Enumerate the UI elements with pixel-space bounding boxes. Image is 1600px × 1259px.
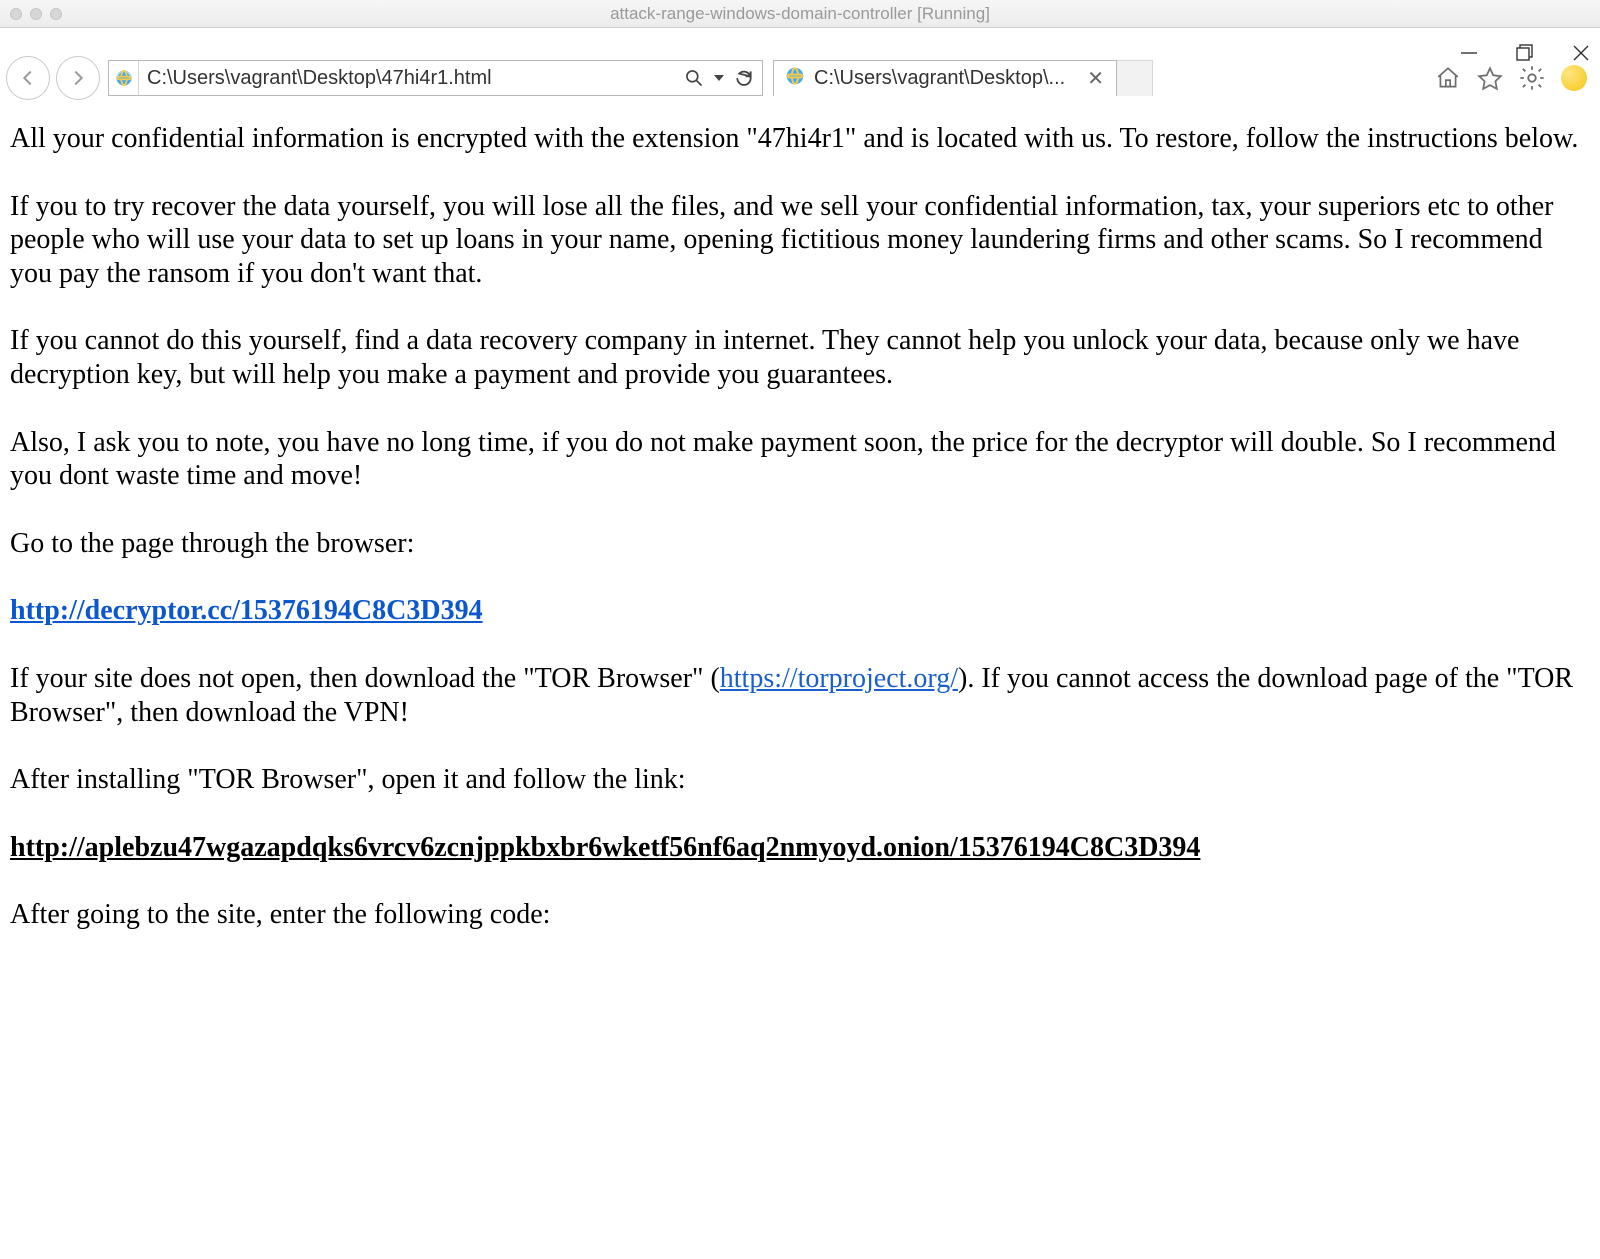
address-url[interactable]: C:\Users\vagrant\Desktop\47hi4r1.html <box>139 67 676 90</box>
onion-link[interactable]: http://aplebzu47wgazapdqks6vrcv6zcnjppkb… <box>10 832 1200 863</box>
para-decryptor-link: http://decryptor.cc/15376194C8C3D394 <box>10 594 1590 628</box>
traffic-minimize[interactable] <box>30 8 42 20</box>
para-recovery-company: If you cannot do this yourself, find a d… <box>10 324 1590 391</box>
tab-favicon <box>784 65 806 93</box>
address-bar[interactable]: C:\Users\vagrant\Desktop\47hi4r1.html <box>108 60 763 96</box>
traffic-lights <box>10 8 62 20</box>
tab-strip: C:\Users\vagrant\Desktop\... ✕ <box>773 60 1153 96</box>
favorites-icon[interactable] <box>1476 64 1504 92</box>
para-tor: If your site does not open, then downloa… <box>10 662 1590 729</box>
toolbar-right <box>1434 64 1592 92</box>
close-button[interactable] <box>1570 42 1592 64</box>
page-content: All your confidential information is enc… <box>0 108 1600 980</box>
para-intro: All your confidential information is enc… <box>10 122 1590 156</box>
minimize-button[interactable] <box>1458 42 1480 64</box>
para-warning: If you to try recover the data yourself,… <box>10 190 1590 291</box>
page-icon <box>109 61 139 95</box>
forward-button[interactable] <box>56 56 100 100</box>
para-deadline: Also, I ask you to note, you have no lon… <box>10 426 1590 493</box>
para-onion-link: http://aplebzu47wgazapdqks6vrcv6zcnjppkb… <box>10 831 1590 865</box>
para-after-install: After installing "TOR Browser", open it … <box>10 763 1590 797</box>
address-tools <box>676 68 762 88</box>
para-enter-code: After going to the site, enter the follo… <box>10 898 1590 932</box>
maximize-button[interactable] <box>1514 42 1536 64</box>
search-icon[interactable] <box>684 68 704 88</box>
torproject-link[interactable]: https://torproject.org/ <box>720 663 958 694</box>
decryptor-link[interactable]: http://decryptor.cc/15376194C8C3D394 <box>10 595 483 626</box>
navigation-bar: C:\Users\vagrant\Desktop\47hi4r1.html <box>0 48 1600 108</box>
mac-window-title: attack-range-windows-domain-controller [… <box>0 4 1600 24</box>
tab-label: C:\Users\vagrant\Desktop\... <box>814 67 1077 90</box>
refresh-icon[interactable] <box>734 68 754 88</box>
tor-pre: If your site does not open, then downloa… <box>10 663 720 694</box>
traffic-close[interactable] <box>10 8 22 20</box>
window-controls <box>1458 42 1592 64</box>
traffic-zoom[interactable] <box>50 8 62 20</box>
back-button[interactable] <box>6 56 50 100</box>
tab-active[interactable]: C:\Users\vagrant\Desktop\... ✕ <box>773 60 1117 96</box>
tab-close-icon[interactable]: ✕ <box>1085 66 1106 91</box>
para-goto: Go to the page through the browser: <box>10 527 1590 561</box>
mac-titlebar: attack-range-windows-domain-controller [… <box>0 0 1600 28</box>
dropdown-icon[interactable] <box>714 73 724 83</box>
home-icon[interactable] <box>1434 64 1462 92</box>
ie-window: C:\Users\vagrant\Desktop\47hi4r1.html <box>0 28 1600 980</box>
feedback-smiley-icon[interactable] <box>1560 64 1588 92</box>
settings-icon[interactable] <box>1518 64 1546 92</box>
new-tab-button[interactable] <box>1117 60 1153 96</box>
